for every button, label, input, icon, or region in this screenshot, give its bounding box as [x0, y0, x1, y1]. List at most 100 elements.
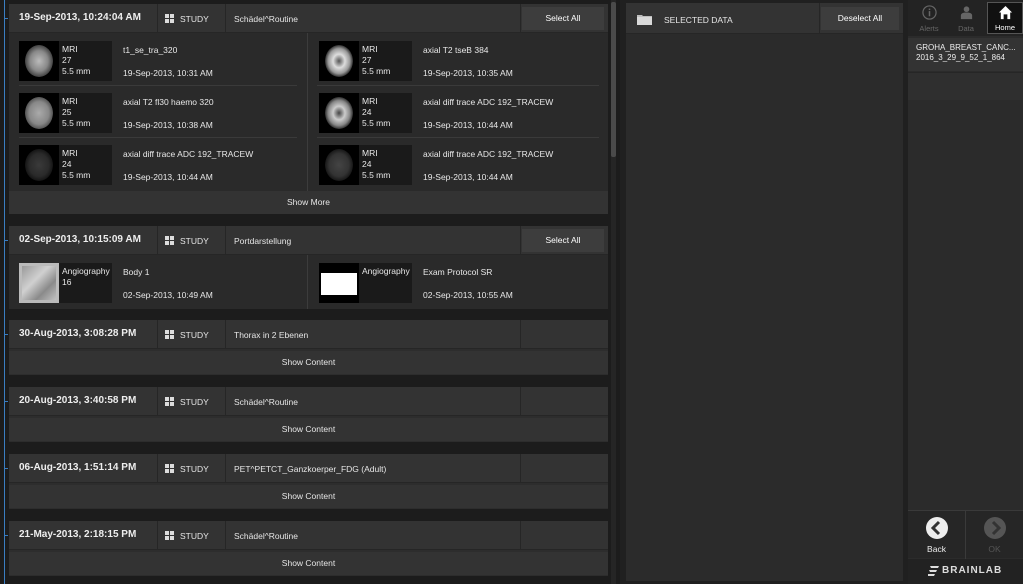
- series-count: 25: [62, 107, 72, 117]
- data-button[interactable]: Data: [948, 2, 984, 34]
- study-description: Schädel^Routine: [234, 397, 299, 407]
- series-item[interactable]: Angiography Exam Protocol SR 02-Sep-2013…: [309, 258, 599, 304]
- selected-data-panel: SELECTED DATA Deselect All: [626, 3, 903, 581]
- back-arrow-icon: [926, 517, 948, 539]
- series-date: 19-Sep-2013, 10:31 AM: [123, 68, 213, 78]
- show-content-button[interactable]: Show Content: [9, 418, 608, 441]
- select-all-button[interactable]: Select All: [522, 7, 604, 30]
- show-content-button[interactable]: Show Content: [9, 485, 608, 508]
- series-item[interactable]: MRI 27 5.5 mm axial T2 tseB 384 19-Sep-201…: [309, 36, 599, 82]
- series-name: t1_se_tra_320: [123, 45, 178, 55]
- study-grid-icon: [165, 464, 174, 473]
- patient-name: GROHA_BREAST_CANC...: [916, 43, 1016, 52]
- ok-label: OK: [988, 544, 1001, 554]
- series-item[interactable]: MRI 24 5.5 mm axial diff trace ADC 192_TRA…: [309, 88, 599, 134]
- study-description: Schädel^Routine: [234, 531, 299, 541]
- scrollbar-thumb[interactable]: [611, 2, 616, 157]
- series-thumbnail: [319, 41, 359, 81]
- series-modality: Angiography: [362, 266, 410, 276]
- study-type: STUDY: [180, 330, 209, 340]
- alerts-label: Alerts: [919, 24, 939, 33]
- deselect-all-button[interactable]: Deselect All: [821, 7, 899, 30]
- series-thumbnail: [19, 263, 59, 303]
- study-date: 20-Aug-2013, 3:40:58 PM: [19, 395, 137, 406]
- study-card: 21-May-2013, 2:18:15 PM STUDY Schädel^Ro…: [4, 521, 608, 576]
- study-card: 20-Aug-2013, 3:40:58 PM STUDY Schädel^Ro…: [4, 387, 608, 442]
- series-name: axial diff trace ADC 192_TRACEW: [123, 149, 254, 159]
- study-header: 06-Aug-2013, 1:51:14 PM STUDY PET^PETCT_…: [4, 454, 608, 483]
- series-thickness: 5.5 mm: [362, 66, 391, 76]
- series-date: 19-Sep-2013, 10:35 AM: [423, 68, 513, 78]
- study-type: STUDY: [180, 14, 209, 24]
- study-list: 19-Sep-2013, 10:24:04 AM STUDY Schädel^R…: [0, 0, 620, 584]
- brand-footer: BRAINLAB: [908, 559, 1023, 584]
- patient-info[interactable]: GROHA_BREAST_CANC... 2016_3_29_9_52_1_86…: [908, 38, 1023, 71]
- study-grid-icon: [165, 397, 174, 406]
- show-content-button[interactable]: Show Content: [9, 351, 608, 374]
- series-thickness: 5.5 mm: [62, 118, 91, 128]
- series-name: axial T2 fl30 haemo 320: [123, 97, 214, 107]
- info-icon: [922, 5, 937, 20]
- series-item[interactable]: MRI 24 5.5 mm axial diff trace ADC 192_TRA…: [309, 140, 599, 186]
- study-type: STUDY: [180, 236, 209, 246]
- series-date: 19-Sep-2013, 10:44 AM: [123, 172, 213, 182]
- study-date: 19-Sep-2013, 10:24:04 AM: [19, 12, 141, 23]
- series-name: Exam Protocol SR: [423, 267, 493, 277]
- series-item[interactable]: MRI 25 5.5 mm axial T2 fl30 haemo 320 19-S…: [9, 88, 299, 134]
- home-icon: [998, 5, 1013, 20]
- series-modality: MRI: [62, 96, 78, 106]
- series-name: axial diff trace ADC 192_TRACEW: [423, 149, 554, 159]
- selected-data-title: SELECTED DATA: [664, 15, 733, 25]
- series-grid: Angiography 16 Body 1 02-Sep-2013, 10:49 …: [9, 255, 608, 309]
- series-count: 24: [362, 159, 372, 169]
- series-name: axial diff trace ADC 192_TRACEW: [423, 97, 554, 107]
- series-grid: MRI 27 5.5 mm t1_se_tra_320 19-Sep-2013, 1…: [9, 33, 608, 191]
- series-thickness: 5.5 mm: [362, 170, 391, 180]
- series-count: 27: [62, 55, 72, 65]
- series-count: 24: [62, 159, 72, 169]
- series-modality: MRI: [362, 44, 378, 54]
- study-type: STUDY: [180, 397, 209, 407]
- series-thickness: 5.5 mm: [62, 170, 91, 180]
- patient-id: 2016_3_29_9_52_1_864: [916, 53, 1005, 62]
- right-sidebar: Alerts Data Home GROHA_BREAST_CANC... 20…: [908, 0, 1023, 584]
- select-all-button[interactable]: Select All: [522, 229, 604, 252]
- timeline-tick: [4, 240, 8, 241]
- study-card: 02-Sep-2013, 10:15:09 AM STUDY Portdarst…: [4, 226, 608, 309]
- ok-button[interactable]: OK: [966, 511, 1023, 559]
- study-card: 30-Aug-2013, 3:08:28 PM STUDY Thorax in …: [4, 320, 608, 375]
- series-thumbnail: [319, 93, 359, 133]
- study-grid-icon: [165, 330, 174, 339]
- patient-data-icon: [960, 6, 973, 20]
- study-description: Schädel^Routine: [234, 14, 299, 24]
- series-date: 19-Sep-2013, 10:44 AM: [423, 172, 513, 182]
- timeline-line: [4, 0, 5, 584]
- top-nav: Alerts Data Home: [908, 0, 1023, 36]
- forward-arrow-icon: [984, 517, 1006, 539]
- study-description: Portdarstellung: [234, 236, 292, 246]
- show-content-button[interactable]: Show Content: [9, 552, 608, 575]
- series-modality: MRI: [62, 44, 78, 54]
- home-button[interactable]: Home: [987, 2, 1023, 34]
- selected-data-header: SELECTED DATA Deselect All: [626, 3, 903, 34]
- brand-logo: BRAINLAB: [942, 565, 1003, 576]
- series-count: 24: [362, 107, 372, 117]
- series-item[interactable]: MRI 27 5.5 mm t1_se_tra_320 19-Sep-2013, 1…: [9, 36, 299, 82]
- series-item[interactable]: Angiography 16 Body 1 02-Sep-2013, 10:49 …: [9, 258, 299, 304]
- study-header: 19-Sep-2013, 10:24:04 AM STUDY Schädel^R…: [4, 4, 608, 33]
- back-button[interactable]: Back: [908, 511, 965, 559]
- show-more-button[interactable]: Show More: [9, 191, 608, 214]
- series-date: 19-Sep-2013, 10:44 AM: [423, 120, 513, 130]
- series-thickness: 5.5 mm: [362, 118, 391, 128]
- brainlab-logo-icon: [928, 566, 939, 576]
- series-item[interactable]: MRI 24 5.5 mm axial diff trace ADC 192_TRA…: [9, 140, 299, 186]
- series-date: 02-Sep-2013, 10:55 AM: [423, 290, 513, 300]
- data-label: Data: [958, 24, 974, 33]
- alerts-button[interactable]: Alerts: [911, 2, 947, 34]
- study-header: 02-Sep-2013, 10:15:09 AM STUDY Portdarst…: [4, 226, 608, 255]
- study-grid-icon: [165, 531, 174, 540]
- bottom-nav: Back OK: [908, 510, 1023, 559]
- series-date: 19-Sep-2013, 10:38 AM: [123, 120, 213, 130]
- study-date: 06-Aug-2013, 1:51:14 PM: [19, 462, 137, 473]
- series-modality: MRI: [62, 148, 78, 158]
